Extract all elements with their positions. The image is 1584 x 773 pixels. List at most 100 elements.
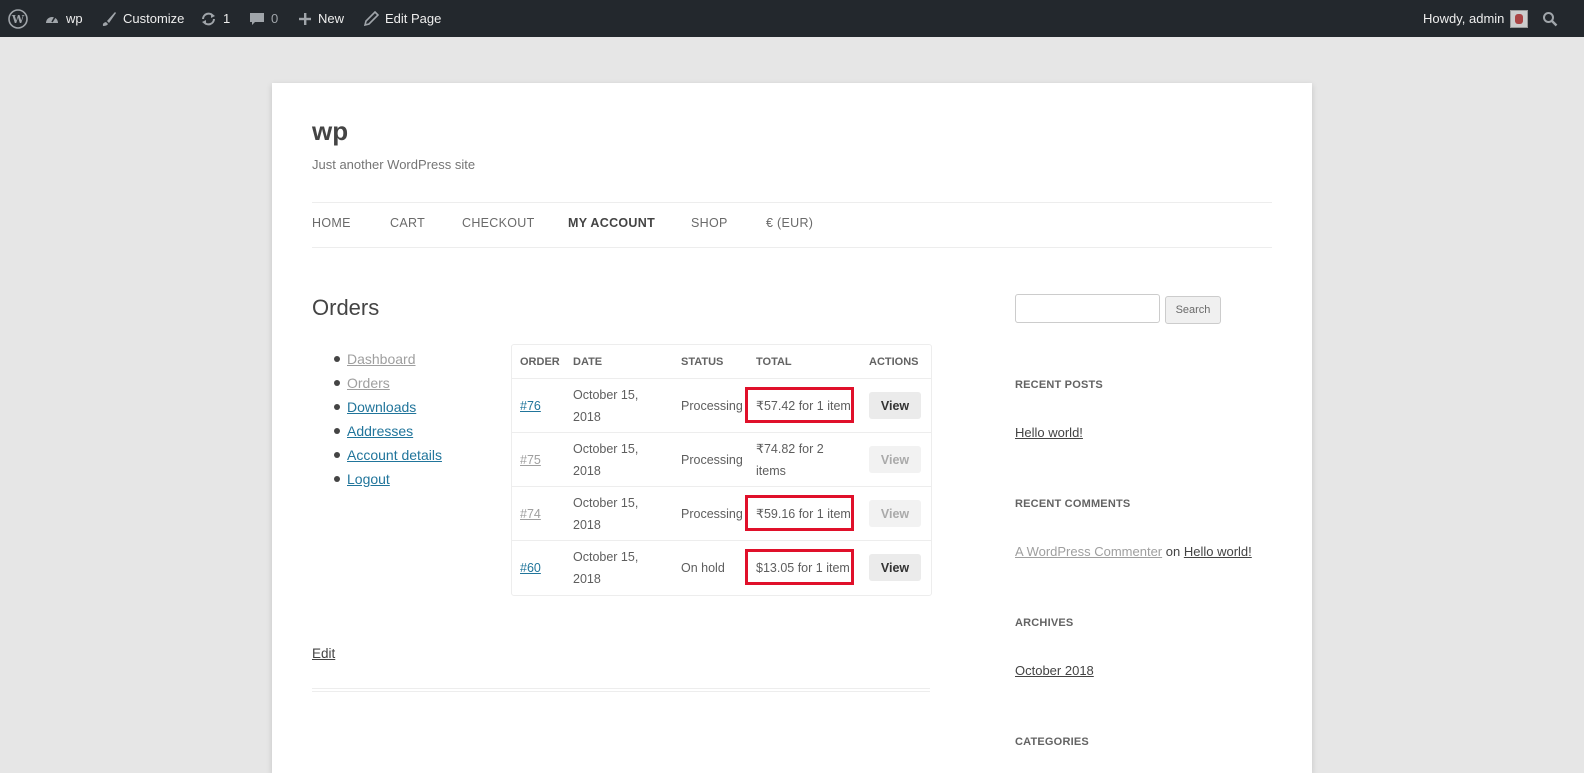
order-number-link[interactable]: #75	[520, 449, 541, 471]
account-nav-orders[interactable]: Orders	[347, 375, 390, 391]
account-nav-item: Orders	[312, 371, 442, 395]
comment-post-link[interactable]: Hello world!	[1184, 544, 1252, 559]
order-date-year: 2018	[573, 410, 601, 424]
order-number-link[interactable]: #74	[520, 503, 541, 525]
order-date: October 15,	[573, 442, 639, 456]
table-row: #60 October 15, 2018 On hold $13.05 for …	[512, 540, 931, 595]
table-row: #74 October 15, 2018 Processing ₹59.16 f…	[512, 486, 931, 541]
search-button[interactable]: Search	[1165, 296, 1221, 324]
order-number-link[interactable]: #60	[520, 557, 541, 579]
search-input[interactable]	[1015, 294, 1160, 323]
order-total-cont: items	[756, 464, 786, 478]
new-label: New	[318, 11, 345, 26]
account-nav-item: Account details	[312, 443, 442, 467]
recent-post-link[interactable]: Hello world!	[1015, 425, 1083, 440]
edit-page-link[interactable]: Edit	[312, 646, 335, 661]
nav-item-currency[interactable]: € (EUR)	[766, 216, 813, 230]
table-row: #76 October 15, 2018 Processing ₹57.42 f…	[512, 378, 931, 433]
comments-count: 0	[271, 11, 279, 26]
widget-title-categories: CATEGORIES	[1015, 736, 1089, 748]
new-content-link[interactable]: New	[298, 0, 344, 37]
page-scrollbar[interactable]	[1567, 37, 1584, 759]
column-header-order: ORDER	[520, 355, 560, 368]
site-name-label: wp	[66, 11, 83, 26]
view-order-button[interactable]: View	[869, 554, 921, 581]
nav-item-my-account[interactable]: MY ACCOUNT	[568, 216, 655, 230]
updates-count: 1	[223, 11, 231, 26]
nav-item-cart[interactable]: CART	[390, 216, 425, 230]
site-title[interactable]: wp	[312, 116, 348, 147]
wordpress-logo-icon[interactable]: W	[8, 0, 28, 37]
account-nav-item: Dashboard	[312, 347, 442, 371]
highlight-box	[745, 495, 854, 531]
highlight-box	[745, 549, 854, 585]
account-nav-dashboard[interactable]: Dashboard	[347, 351, 416, 367]
plus-icon	[298, 12, 312, 26]
page-title: Orders	[312, 295, 380, 320]
account-nav-logout[interactable]: Logout	[347, 471, 390, 487]
svg-text:W: W	[11, 13, 25, 26]
content-divider	[312, 688, 930, 692]
orders-table: ORDER DATE STATUS TOTAL ACTIONS #76 Octo…	[511, 344, 932, 596]
account-nav-addresses[interactable]: Addresses	[347, 423, 413, 439]
account-nav-item: Logout	[312, 467, 442, 491]
highlight-box	[745, 387, 854, 423]
order-date-year: 2018	[573, 518, 601, 532]
nav-item-checkout[interactable]: CHECKOUT	[462, 216, 535, 230]
order-date-year: 2018	[573, 464, 601, 478]
order-status: Processing	[681, 399, 743, 413]
order-status: Processing	[681, 507, 743, 521]
edit-page-label: Edit Page	[385, 11, 442, 26]
search-icon[interactable]	[1542, 0, 1558, 37]
column-header-date: DATE	[573, 355, 603, 368]
order-date: October 15,	[573, 550, 639, 564]
column-header-actions: ACTIONS	[869, 355, 919, 368]
pencil-icon	[364, 11, 379, 26]
account-navigation: Dashboard Orders Downloads Addresses Acc…	[312, 347, 442, 491]
view-order-button[interactable]: View	[869, 500, 921, 527]
paintbrush-icon	[101, 11, 117, 27]
account-nav-item: Addresses	[312, 419, 442, 443]
view-order-button[interactable]: View	[869, 392, 921, 419]
admin-bar: W wp Customize 1 0 New Edit Page Howdy, …	[0, 0, 1584, 37]
account-nav-downloads[interactable]: Downloads	[347, 399, 416, 415]
updates-icon	[200, 11, 217, 27]
order-number-link[interactable]: #76	[520, 395, 541, 417]
account-nav-item: Downloads	[312, 395, 442, 419]
site-name-menu[interactable]: wp	[44, 0, 83, 37]
archive-link[interactable]: October 2018	[1015, 663, 1094, 678]
comment-author-link[interactable]: A WordPress Commenter	[1015, 544, 1162, 559]
view-order-button[interactable]: View	[869, 446, 921, 473]
dashboard-icon	[44, 11, 60, 27]
widget-title-recent-comments: RECENT COMMENTS	[1015, 498, 1131, 510]
updates-link[interactable]: 1	[200, 0, 230, 37]
my-account-menu[interactable]: Howdy, admin	[1423, 0, 1529, 37]
comments-link[interactable]: 0	[249, 0, 278, 37]
howdy-label: Howdy, admin	[1423, 11, 1505, 26]
column-header-total: TOTAL	[756, 355, 792, 368]
order-status: On hold	[681, 561, 725, 575]
recent-comment-item: A WordPress Commenter on Hello world!	[1015, 544, 1252, 559]
order-date: October 15,	[573, 496, 639, 510]
comment-icon	[249, 11, 265, 27]
column-header-status: STATUS	[681, 355, 724, 368]
customize-label: Customize	[123, 11, 185, 26]
order-total: ₹74.82 for 2	[756, 442, 824, 456]
edit-page-link[interactable]: Edit Page	[364, 0, 441, 37]
nav-item-home[interactable]: HOME	[312, 216, 351, 230]
avatar	[1510, 9, 1529, 28]
order-date: October 15,	[573, 388, 639, 402]
comment-on-text: on	[1165, 544, 1181, 559]
nav-item-shop[interactable]: SHOP	[691, 216, 728, 230]
site-description: Just another WordPress site	[312, 157, 476, 172]
table-row: #75 October 15, 2018 Processing ₹74.82 f…	[512, 432, 931, 487]
order-date-year: 2018	[573, 572, 601, 586]
nav-divider-top	[312, 202, 1272, 203]
page-container: wp Just another WordPress site HOME CART…	[272, 83, 1312, 773]
account-nav-account-details[interactable]: Account details	[347, 447, 442, 463]
nav-divider-bottom	[312, 247, 1272, 248]
customize-link[interactable]: Customize	[101, 0, 184, 37]
widget-title-recent-posts: RECENT POSTS	[1015, 379, 1103, 391]
order-status: Processing	[681, 453, 743, 467]
widget-title-archives: ARCHIVES	[1015, 617, 1074, 629]
